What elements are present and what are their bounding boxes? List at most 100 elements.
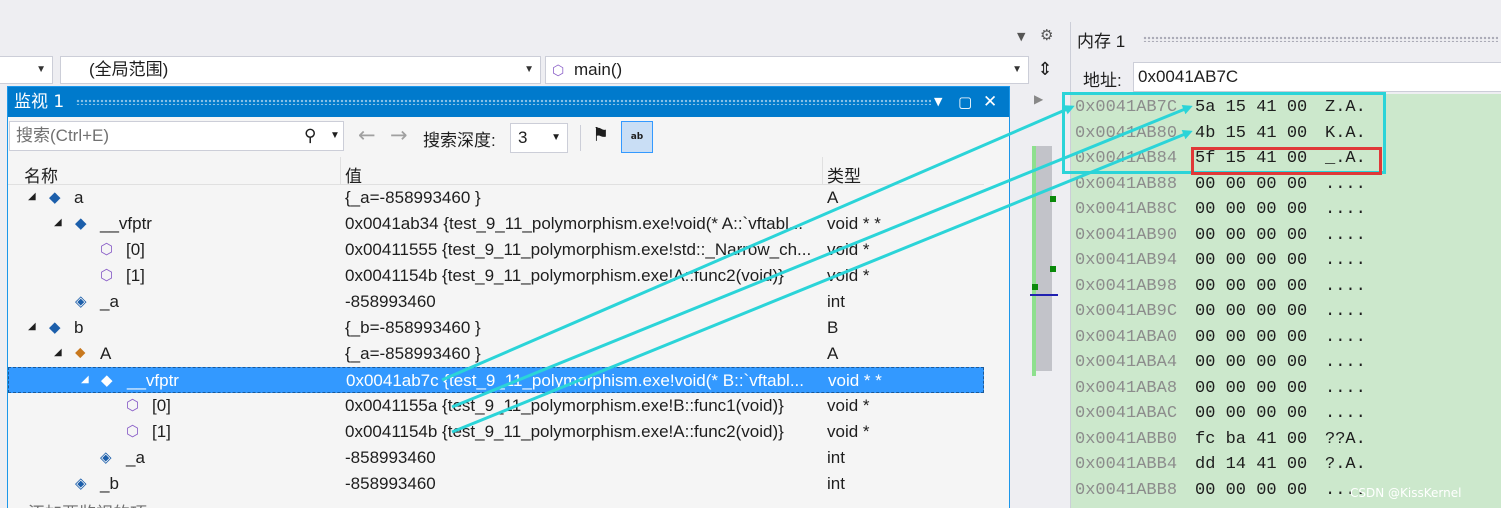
object-icon: ◆ (49, 189, 61, 206)
top-toolbar: ▼ ⚙ (0, 0, 1062, 52)
memory-chars: .... (1325, 328, 1366, 347)
memory-row: 0x0041ABAC 00 00 00 00.... (1075, 404, 1366, 430)
memory-chars: .... (1325, 379, 1366, 398)
filter-pin-icon[interactable]: ⚑ (592, 124, 609, 146)
memory-bytes: 00 00 00 00 (1195, 277, 1308, 296)
watch-value: 0x0041155a {test_9_11_polymorphism.exe!B… (345, 396, 784, 415)
memory-bytes: 00 00 00 00 (1195, 251, 1308, 270)
scroll-thumb[interactable] (1036, 146, 1052, 371)
watch-row[interactable]: ◈ _a -858993460 int (8, 289, 984, 315)
memory-address: 0x0041ABB0 (1075, 430, 1178, 449)
watch-type: A (827, 188, 839, 207)
marker (1050, 196, 1056, 202)
memory-row: 0x0041ABB0 fc ba 41 00 ??A. (1075, 430, 1366, 456)
column-divider[interactable] (340, 157, 341, 185)
chevron-down-icon[interactable]: ▼ (330, 122, 340, 150)
dropdown-icon[interactable]: ▼ (1017, 30, 1025, 43)
column-divider[interactable] (822, 157, 823, 185)
collapse-triangle-icon[interactable]: ◢ (28, 191, 36, 202)
function-combo[interactable]: ⬡ main() ▼ (545, 56, 1029, 84)
project-combo[interactable]: ▼ (0, 56, 53, 84)
editor-scrollbar[interactable]: ▶ (1010, 86, 1062, 508)
field-icon: ◈ (75, 293, 87, 310)
watch-name: __vfptr (100, 214, 152, 233)
search-depth-value: 3 (518, 128, 528, 147)
collapse-triangle-icon[interactable]: ◢ (54, 347, 62, 358)
column-value-header[interactable]: 值 (345, 162, 362, 187)
field-icon: ◈ (75, 475, 87, 492)
watch-row[interactable]: ⬡ [1] 0x0041154b {test_9_11_polymorphism… (8, 263, 984, 289)
search-input[interactable]: 搜索(Ctrl+E) ⚲ ▼ (9, 121, 344, 151)
ide-screen: ▼ ⚙ ▼ (全局范围) ▼ ⬡ main() ▼ ⇕ 监视 1 ▼ ▢ ✕ 搜… (0, 0, 1501, 508)
hex-display-icon[interactable]: ab (621, 121, 653, 153)
memory-chars: .... (1325, 302, 1366, 321)
watch-value: 0x00411555 {test_9_11_polymorphism.exe!s… (345, 240, 812, 259)
watch-row[interactable]: ◢ ⬥ A {_a=-858993460 } A (8, 341, 984, 367)
watch-row[interactable]: ◢ ◆ __vfptr 0x0041ab34 {test_9_11_polymo… (8, 211, 984, 237)
object-icon: ◆ (101, 372, 113, 389)
memory-address: 0x0041AB88 (1075, 175, 1178, 194)
column-type-header[interactable]: 类型 (827, 162, 861, 187)
collapse-triangle-icon[interactable]: ◢ (81, 374, 89, 385)
cube-icon: ⬡ (126, 397, 140, 414)
watch-row[interactable]: ◢ ◆ a {_a=-858993460 } A (8, 185, 984, 211)
address-label: 地址: (1083, 71, 1122, 90)
marker (1050, 266, 1056, 272)
watch-type: B (827, 318, 839, 337)
watch-row[interactable]: ◈ _b -858993460 int (8, 471, 984, 497)
watch-value: {_a=-858993460 } (345, 188, 481, 207)
watch-value: 0x0041ab34 {test_9_11_polymorphism.exe!v… (345, 214, 804, 233)
object-icon: ◆ (49, 319, 61, 336)
watch-type: int (827, 448, 845, 467)
column-name-header[interactable]: 名称 (24, 162, 58, 187)
watch-row[interactable]: ⬡ [1] 0x0041154b {test_9_11_polymorphism… (8, 419, 984, 445)
scroll-up-icon[interactable]: ▶ (1034, 92, 1043, 106)
watch-name: b (74, 318, 84, 337)
watch-value: -858993460 (345, 292, 436, 311)
memory-bytes: 00 00 00 00 (1195, 404, 1308, 423)
watch-value: 0x0041ab7c {test_9_11_polymorphism.exe!v… (346, 371, 805, 390)
memory-address: 0x0041AB90 (1075, 226, 1178, 245)
memory-row: 0x0041AB98 00 00 00 00.... (1075, 277, 1366, 303)
memory-bytes: 00 00 00 00 (1195, 328, 1308, 347)
watch-name: __vfptr (127, 371, 179, 390)
add-watch-item[interactable]: 添加要监视的项 (28, 499, 147, 508)
watch-type: void * (827, 240, 870, 259)
forward-arrow-icon[interactable]: → (390, 123, 408, 147)
memory-row: 0x0041AB88 00 00 00 00.... (1075, 175, 1366, 201)
memory-bytes: 00 00 00 00 (1195, 200, 1308, 219)
watch-title-bar[interactable]: 监视 1 ▼ ▢ ✕ (8, 87, 1009, 117)
memory-title[interactable]: 内存 1 (1077, 27, 1125, 52)
close-icon[interactable]: ✕ (983, 87, 997, 117)
watch-type: void * * (827, 214, 881, 233)
address-input[interactable]: 0x0041AB7C (1133, 62, 1501, 92)
address-value: 0x0041AB7C (1138, 67, 1239, 86)
collapse-triangle-icon[interactable]: ◢ (54, 217, 62, 228)
watch-name: [0] (152, 396, 171, 415)
base-class-icon: ⬥ (75, 344, 86, 361)
memory-row: 0x0041ABA4 00 00 00 00.... (1075, 353, 1366, 379)
memory-chars: .... (1325, 404, 1366, 423)
search-depth-combo[interactable]: 3 ▼ (510, 123, 568, 153)
dropdown-icon[interactable]: ▼ (934, 87, 942, 117)
global-scope-combo[interactable]: (全局范围) ▼ (60, 56, 541, 84)
memory-address: 0x0041ABA8 (1075, 379, 1178, 398)
memory-address: 0x0041ABB4 (1075, 455, 1178, 474)
watch-row[interactable]: ◢ ◆ b {_b=-858993460 } B (8, 315, 984, 341)
watch-name: [0] (126, 240, 145, 259)
memory-bytes: 00 00 00 00 (1195, 353, 1308, 372)
watch-row-selected[interactable]: ◢ ◆ __vfptr 0x0041ab7c {test_9_11_polymo… (8, 367, 984, 393)
watch-row[interactable]: ⬡ [0] 0x00411555 {test_9_11_polymorphism… (8, 237, 984, 263)
gear-icon[interactable]: ⚙ (1040, 26, 1053, 44)
watch-row[interactable]: ◈ _a -858993460 int (8, 445, 984, 471)
back-arrow-icon[interactable]: ← (358, 123, 376, 147)
search-icon[interactable]: ⚲ (304, 122, 316, 150)
split-window-icon[interactable]: ⇕ (1031, 56, 1059, 84)
collapse-triangle-icon[interactable]: ◢ (28, 321, 36, 332)
field-icon: ◈ (100, 449, 112, 466)
highlight-box-entry (1191, 147, 1382, 175)
memory-address: 0x0041ABAC (1075, 404, 1178, 423)
memory-row: 0x0041AB8C 00 00 00 00.... (1075, 200, 1366, 226)
watch-row[interactable]: ⬡ [0] 0x0041155a {test_9_11_polymorphism… (8, 393, 984, 419)
maximize-icon[interactable]: ▢ (958, 87, 972, 117)
